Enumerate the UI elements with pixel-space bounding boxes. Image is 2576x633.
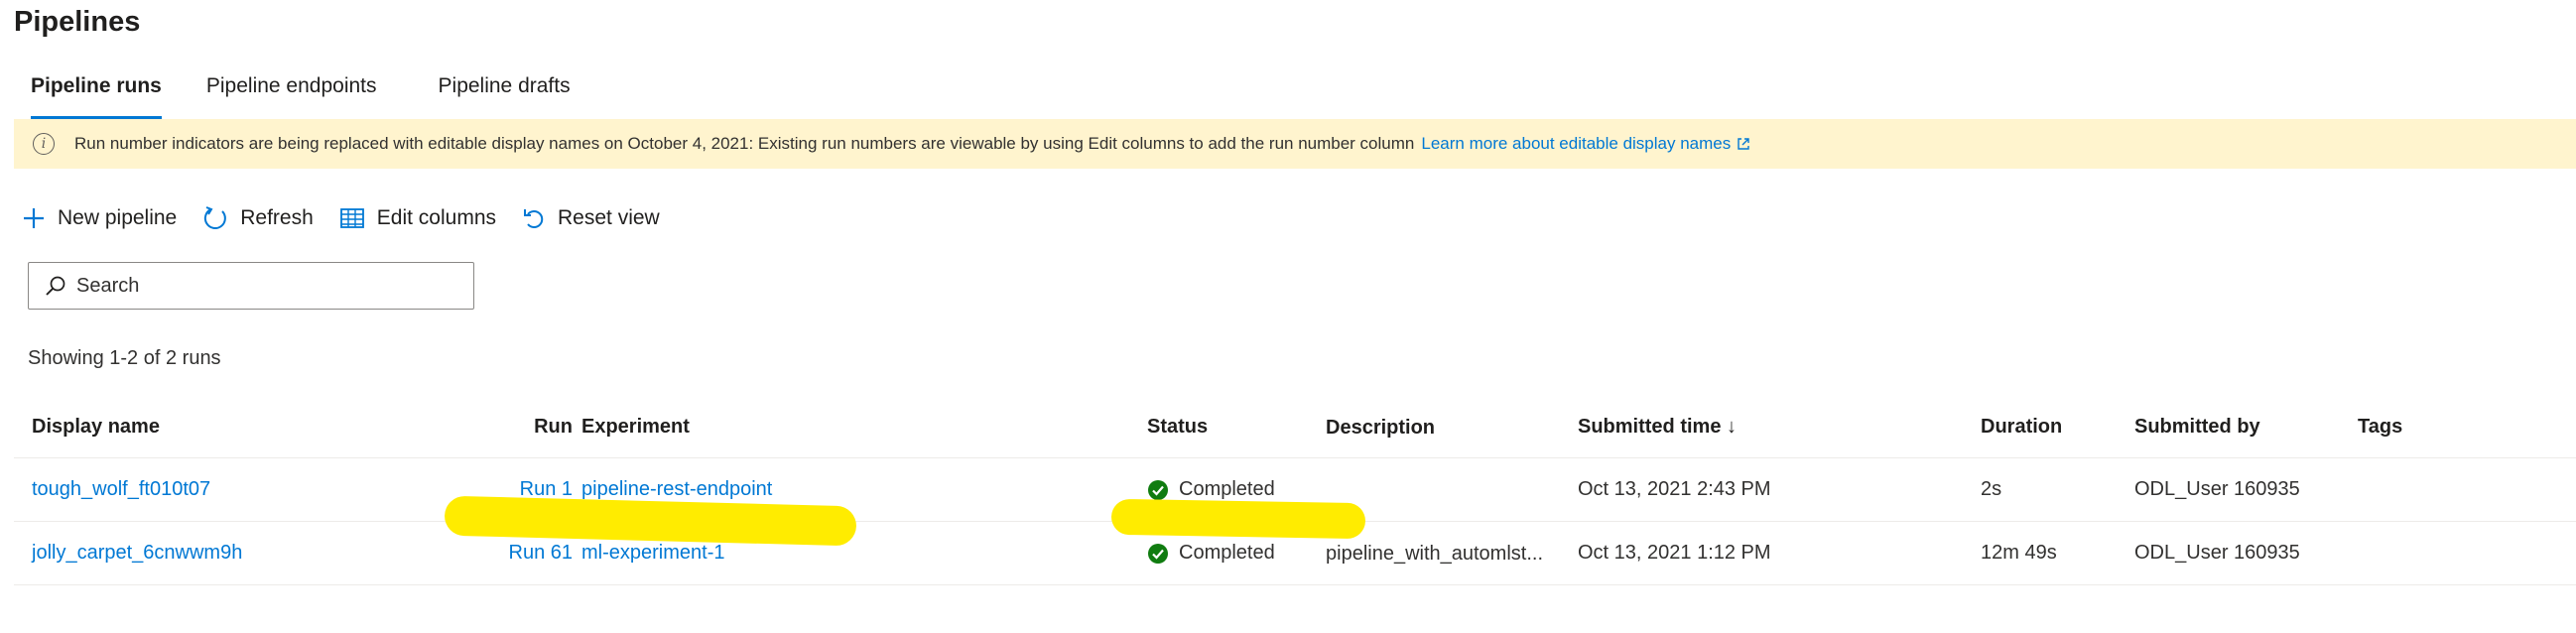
column-header-experiment[interactable]: Experiment bbox=[581, 397, 690, 457]
reset-view-label: Reset view bbox=[558, 206, 660, 229]
learn-more-link[interactable]: Learn more about editable display names bbox=[1421, 134, 1750, 154]
tab-pipeline-runs[interactable]: Pipeline runs bbox=[14, 69, 162, 119]
experiment-link[interactable]: ml-experiment-1 bbox=[581, 522, 724, 584]
page-title: Pipelines bbox=[14, 6, 141, 38]
command-bar: New pipeline Refresh Edit columns Reset … bbox=[22, 198, 686, 238]
refresh-label: Refresh bbox=[240, 206, 314, 229]
submitted-by-cell: ODL_User 160935 bbox=[2134, 542, 2300, 564]
submitted-by-cell: ODL_User 160935 bbox=[2134, 478, 2300, 500]
search-input[interactable] bbox=[76, 274, 453, 298]
external-link-icon bbox=[1738, 138, 1749, 150]
table-row[interactable]: tough_wolf_ft010t07 Run 1 pipeline-rest-… bbox=[14, 458, 2576, 522]
run-link[interactable]: Run 1 bbox=[331, 458, 573, 521]
duration-cell: 12m 49s bbox=[1981, 542, 2057, 564]
search-icon bbox=[46, 276, 65, 296]
column-header-run[interactable]: Run bbox=[331, 397, 573, 457]
table-row[interactable]: jolly_carpet_6cnwwm9h Run 61 ml-experime… bbox=[14, 522, 2576, 585]
learn-more-link-label: Learn more about editable display names bbox=[1421, 134, 1732, 153]
column-header-description[interactable]: Description bbox=[1326, 397, 1559, 457]
undo-icon bbox=[524, 209, 544, 228]
reset-view-button[interactable]: Reset view bbox=[522, 206, 660, 230]
plus-icon bbox=[24, 208, 44, 228]
run-link[interactable]: Run 61 bbox=[331, 522, 574, 584]
edit-columns-button[interactable]: Edit columns bbox=[339, 206, 496, 230]
results-count: Showing 1-2 of 2 runs bbox=[28, 347, 221, 369]
display-name-link[interactable]: jolly_carpet_6cnwwm9h bbox=[32, 522, 242, 584]
table-columns-icon bbox=[339, 208, 364, 228]
check-circle-icon bbox=[1148, 479, 1168, 500]
info-banner: i Run number indicators are being replac… bbox=[14, 119, 2576, 169]
column-header-duration[interactable]: Duration bbox=[1981, 397, 2062, 457]
table-header-row: Display name Run Experiment Status Descr… bbox=[14, 397, 2576, 458]
tab-bar: Pipeline runs Pipeline endpoints Pipelin… bbox=[14, 69, 587, 119]
tab-pipeline-drafts[interactable]: Pipeline drafts bbox=[422, 69, 587, 119]
search-box[interactable] bbox=[28, 262, 474, 310]
experiment-link[interactable]: pipeline-rest-endpoint bbox=[581, 458, 772, 521]
refresh-button[interactable]: Refresh bbox=[202, 205, 314, 231]
banner-message: Run number indicators are being replaced… bbox=[74, 134, 1415, 153]
status-text: Completed bbox=[1179, 478, 1275, 500]
duration-cell: 2s bbox=[1981, 478, 2002, 500]
submitted-time-cell: Oct 13, 2021 1:12 PM bbox=[1578, 542, 1771, 564]
runs-table: Display name Run Experiment Status Descr… bbox=[14, 397, 2576, 585]
column-header-status[interactable]: Status bbox=[1147, 397, 1208, 457]
column-header-display-name[interactable]: Display name bbox=[32, 397, 160, 457]
refresh-icon bbox=[204, 206, 227, 229]
info-icon: i bbox=[33, 133, 55, 155]
edit-columns-label: Edit columns bbox=[376, 206, 496, 229]
new-pipeline-label: New pipeline bbox=[58, 206, 178, 229]
status-text: Completed bbox=[1179, 542, 1275, 564]
check-circle-icon bbox=[1148, 543, 1168, 564]
new-pipeline-button[interactable]: New pipeline bbox=[22, 206, 177, 230]
status-cell: Completed bbox=[1147, 522, 1275, 584]
description-cell bbox=[1326, 458, 1559, 521]
column-header-submitted-by[interactable]: Submitted by bbox=[2134, 397, 2260, 457]
display-name-link[interactable]: tough_wolf_ft010t07 bbox=[32, 458, 210, 521]
column-header-submitted-time[interactable]: Submitted time ↓ bbox=[1578, 397, 1737, 457]
description-cell: pipeline_with_automlst... bbox=[1326, 543, 1544, 565]
column-header-tags[interactable]: Tags bbox=[2358, 397, 2402, 457]
submitted-time-cell: Oct 13, 2021 2:43 PM bbox=[1578, 478, 1771, 500]
status-cell: Completed bbox=[1147, 458, 1275, 521]
tab-pipeline-endpoints[interactable]: Pipeline endpoints bbox=[190, 69, 394, 119]
